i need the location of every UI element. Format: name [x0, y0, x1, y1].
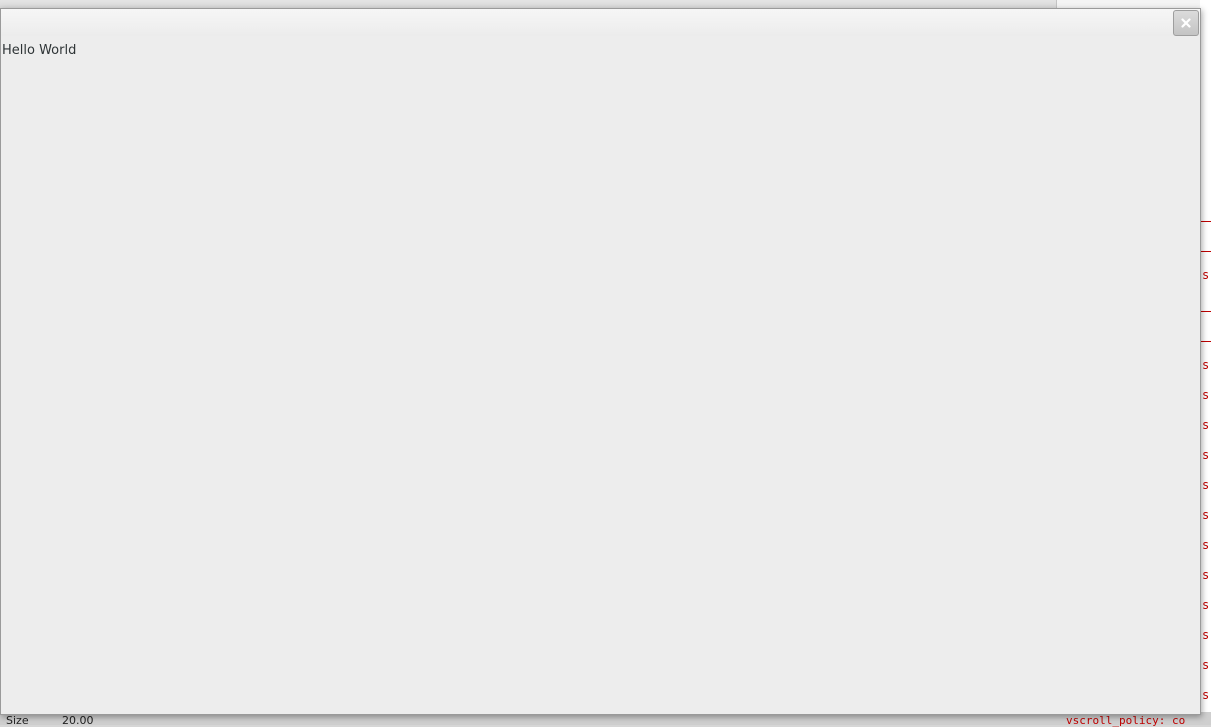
background-code-char: s	[1202, 418, 1210, 432]
background-code-char: s	[1202, 628, 1210, 642]
background-code-char: s	[1202, 448, 1210, 462]
background-code-char: s	[1202, 268, 1210, 282]
close-button[interactable]	[1173, 10, 1199, 36]
background-code-char: s	[1202, 688, 1210, 702]
window-content: Hello World	[1, 36, 1200, 714]
background-code-char: s	[1202, 388, 1210, 402]
background-code-char: s	[1202, 658, 1210, 672]
background-code-fragment: vscroll_policy: co	[1066, 714, 1186, 727]
background-code-rule	[1201, 221, 1211, 222]
hello-label: Hello World	[2, 43, 77, 58]
background-size-label: Size	[6, 714, 29, 727]
background-code-char: s	[1202, 538, 1210, 552]
background-code-rule	[1201, 311, 1211, 312]
background-code-char: s	[1202, 598, 1210, 612]
window-titlebar[interactable]	[1, 9, 1200, 36]
background-code-char: s	[1202, 508, 1210, 522]
background-code-char: s	[1202, 568, 1210, 582]
background-code-char: s	[1202, 358, 1210, 372]
background-code-rule	[1201, 251, 1211, 252]
background-size-value: 20.00	[62, 714, 94, 727]
app-window: Hello World	[0, 8, 1201, 715]
close-icon	[1181, 18, 1191, 28]
background-code-char: s	[1202, 478, 1210, 492]
background-code-rule	[1201, 341, 1211, 342]
